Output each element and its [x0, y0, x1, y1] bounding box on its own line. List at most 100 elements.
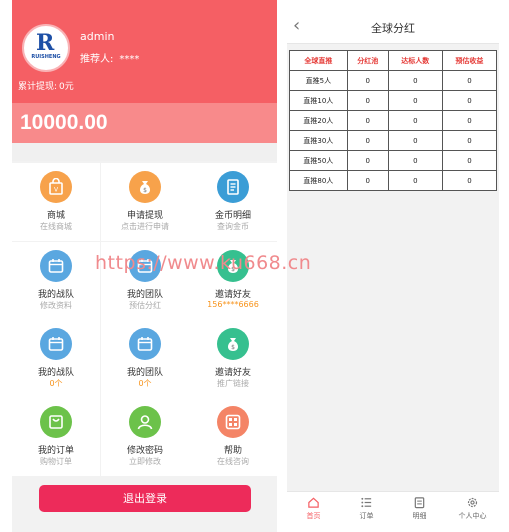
table-cell: 0	[441, 170, 498, 191]
menu-item-subtitle: 推广链接	[217, 379, 249, 388]
menu-item-label: 邀请好友	[214, 368, 251, 378]
watermark-text: https://www.ku668.cn	[95, 252, 312, 274]
profile-header: R RUISHENG admin 推荐人: **** 累计提现: 0元	[12, 0, 277, 103]
menu-item[interactable]: 修改密码 立即修改	[101, 398, 189, 476]
table-cell: 0	[346, 90, 389, 111]
table-cell: 0	[387, 150, 443, 171]
divider	[12, 143, 277, 161]
tab-label: 明细	[412, 512, 427, 520]
menu-item[interactable]: 我的订单 购物订单	[12, 398, 100, 476]
money-bag-icon: $	[129, 171, 161, 203]
menu-item-subtitle: 修改资料	[40, 301, 72, 310]
menu-item[interactable]: 我的战队 0个	[12, 320, 100, 398]
money-bag-icon: $	[217, 328, 249, 360]
table-cell: 直推5人	[289, 70, 348, 91]
detail-icon	[393, 496, 446, 509]
table-cell: 直推50人	[289, 150, 348, 171]
menu-item-subtitle: 在线咨询	[217, 457, 249, 466]
user-icon	[129, 406, 161, 438]
tab-item[interactable]: 个人中心	[446, 496, 499, 521]
table-cell: 0	[346, 110, 389, 131]
logout-button[interactable]: 退出登录	[39, 485, 251, 512]
menu-item-subtitle: 预估分红	[129, 301, 161, 310]
bottom-tab-bar: 首页 订单 明细 个人中心	[287, 491, 499, 525]
menu-item[interactable]: $ 邀请好友 推广链接	[189, 320, 277, 398]
table-row: 直推5人 0 0 0	[289, 70, 498, 91]
menu-item-subtitle: 0个	[49, 379, 63, 388]
table-cell: 0	[346, 130, 389, 151]
menu-item-label: 我的战队	[37, 368, 74, 378]
table-cell: 0	[441, 130, 498, 151]
menu-item-subtitle: 购物订单	[40, 457, 72, 466]
menu-item-subtitle: 0个	[138, 379, 152, 388]
menu-item-subtitle: 查询金币	[217, 222, 249, 231]
tab-item[interactable]: 订单	[340, 496, 393, 521]
withdrawn-value: 0元	[59, 82, 74, 92]
menu-item-label: 我的团队	[126, 368, 163, 378]
menu-item-label: 申请提现	[126, 211, 163, 221]
referrer-label: 推荐人:	[80, 54, 114, 65]
gear-icon	[446, 496, 499, 509]
table-row: 直推30人 0 0 0	[289, 130, 498, 151]
menu-item[interactable]: $ 申请提现 点击进行申请	[101, 163, 189, 241]
table-cell: 0	[387, 130, 443, 151]
tab-label: 首页	[306, 512, 321, 520]
table-header-row: 全球直推 分红池 达标人数 预估收益	[289, 50, 498, 71]
column-header: 分红池	[346, 50, 389, 71]
table-cell: 直推30人	[289, 130, 348, 151]
shopping-bag-icon	[40, 406, 72, 438]
tab-label: 个人中心	[458, 512, 487, 520]
table-cell: 0	[387, 90, 443, 111]
shop-bag-icon: V	[40, 171, 72, 203]
table-row: 直推50人 0 0 0	[289, 150, 498, 171]
calendar-icon	[129, 328, 161, 360]
menu-item[interactable]: V 商城 在线商城	[12, 163, 100, 241]
home-icon	[287, 496, 340, 509]
withdrawn-line: 累计提现: 0元	[18, 79, 74, 92]
page-title: 全球分红	[371, 22, 415, 35]
global-dividend-screen: ‹ 全球分红 全球直推 分红池 达标人数 预估收益 直推5人 0 0 0 直推10人 0 0 0 直推…	[287, 10, 499, 525]
svg-text:V: V	[54, 187, 59, 194]
referrer-value: ****	[119, 54, 140, 65]
table-cell: 0	[346, 170, 389, 191]
brand-logo-text: RUISHENG	[31, 54, 61, 60]
menu-item[interactable]: 我的团队 0个	[101, 320, 189, 398]
menu-item-label: 我的订单	[37, 446, 74, 456]
document-list-icon	[217, 171, 249, 203]
table-cell: 0	[387, 70, 443, 91]
menu-item-label: 商城	[46, 211, 65, 221]
column-header: 达标人数	[387, 50, 443, 71]
avatar[interactable]: R RUISHENG	[22, 24, 70, 72]
balance-bar: 10000.00	[12, 103, 277, 143]
table-cell: 0	[441, 90, 498, 111]
grid-help-icon	[217, 406, 249, 438]
table-cell: 0	[387, 110, 443, 131]
calendar-icon	[40, 328, 72, 360]
list-icon	[340, 496, 393, 509]
menu-item[interactable]: 我的战队 修改资料	[12, 242, 100, 320]
dividend-table: 全球直推 分红池 达标人数 预估收益 直推5人 0 0 0 直推10人 0 0 0 直推20人 0 0 0 直…	[289, 50, 498, 191]
table-body: 直推5人 0 0 0 直推10人 0 0 0 直推20人 0 0 0 直推30人 0 0 0 直推50人 0 0 0 直…	[289, 70, 498, 191]
nav-bar: ‹ 全球分红	[287, 10, 499, 44]
menu-item[interactable]: 帮助 在线咨询	[189, 398, 277, 476]
menu-item-label: 邀请好友	[214, 290, 251, 300]
table-cell: 0	[346, 70, 389, 91]
table-row: 直推80人 0 0 0	[289, 170, 498, 191]
logo-r-icon: R	[36, 30, 55, 56]
table-row: 直推10人 0 0 0	[289, 90, 498, 111]
balance-amount: 10000.00	[20, 111, 108, 134]
username: admin	[80, 30, 115, 43]
menu-item-label: 金币明细	[214, 211, 251, 221]
menu-item-subtitle: 点击进行申请	[121, 222, 169, 231]
svg-text:$: $	[231, 344, 235, 351]
tab-item[interactable]: 首页	[287, 496, 340, 521]
referrer-line: 推荐人: ****	[80, 50, 139, 65]
menu-item[interactable]: 金币明细 查询金币	[189, 163, 277, 241]
menu-item-label: 我的战队	[37, 290, 74, 300]
table-cell: 直推20人	[289, 110, 348, 131]
menu-item-subtitle: 156****6666	[207, 300, 259, 309]
tab-item[interactable]: 明细	[393, 496, 446, 521]
calendar-icon	[40, 250, 72, 282]
menu-item-subtitle: 在线商城	[40, 222, 72, 231]
column-header: 全球直推	[289, 50, 348, 71]
